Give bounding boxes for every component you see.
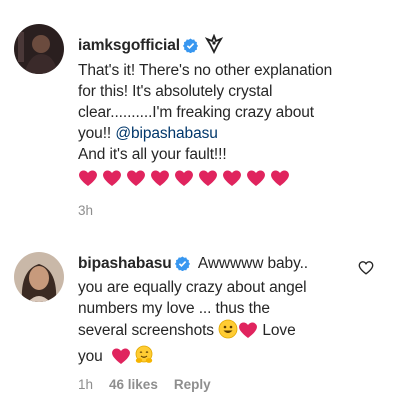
comment-line: And it's all your fault!!! bbox=[78, 146, 227, 163]
verified-badge-icon bbox=[182, 38, 198, 59]
comment-1: iamksgofficial That's it! There's no oth… bbox=[0, 0, 405, 230]
comment-body: iamksgofficial That's it! There's no oth… bbox=[78, 33, 388, 187]
avatar[interactable] bbox=[14, 252, 64, 302]
heart-emoji-icon bbox=[270, 169, 290, 187]
hug-emoji-icon bbox=[134, 345, 154, 371]
comment-line: clear..........I'm freaking crazy about bbox=[78, 104, 314, 121]
comment-2: bipashabasu Awwwww baby.. you are equall… bbox=[0, 230, 405, 400]
reply-button[interactable]: Reply bbox=[174, 377, 211, 392]
comment-line: you bbox=[78, 348, 103, 365]
timestamp[interactable]: 3h bbox=[78, 203, 93, 218]
username[interactable]: bipashabasu bbox=[78, 255, 172, 272]
smile-emoji-icon bbox=[218, 319, 238, 345]
heart-emoji-icon bbox=[174, 169, 194, 187]
hearts-row bbox=[78, 169, 388, 187]
comment-line: for this! It's absolutely crystal bbox=[78, 83, 273, 100]
heart-emoji-icon bbox=[198, 169, 218, 187]
emblem-icon bbox=[204, 33, 224, 60]
avatar-image bbox=[14, 252, 64, 302]
comment-line: Awwwww baby.. bbox=[197, 255, 308, 272]
heart-emoji-icon bbox=[78, 169, 98, 187]
comment-line: Love bbox=[262, 322, 296, 339]
heart-emoji-icon bbox=[150, 169, 170, 187]
likes-count[interactable]: 46 likes bbox=[109, 377, 158, 392]
comment-body: bipashabasu Awwwww baby.. you are equall… bbox=[78, 253, 363, 371]
heart-emoji-icon bbox=[222, 169, 242, 187]
comment-line: you!! bbox=[78, 125, 112, 142]
comment-meta: 1h 46 likes Reply bbox=[78, 377, 211, 392]
username[interactable]: iamksgofficial bbox=[78, 37, 180, 54]
timestamp[interactable]: 1h bbox=[78, 377, 93, 392]
heart-emoji-icon bbox=[111, 347, 131, 371]
mention-link[interactable]: @bipashabasu bbox=[115, 125, 218, 142]
avatar[interactable] bbox=[14, 24, 64, 74]
comment-line: several screenshots bbox=[78, 322, 214, 339]
comment-line: That's it! There's no other explanation bbox=[78, 62, 333, 79]
comment-line: you are equally crazy about angel bbox=[78, 279, 307, 296]
heart-emoji-icon bbox=[126, 169, 146, 187]
heart-emoji-icon bbox=[238, 321, 258, 345]
comment-meta: 3h bbox=[78, 203, 93, 218]
comment-line: numbers my love ... thus the bbox=[78, 300, 270, 317]
heart-emoji-icon bbox=[102, 169, 122, 187]
avatar-image bbox=[14, 24, 64, 74]
heart-emoji-icon bbox=[246, 169, 266, 187]
verified-badge-icon bbox=[174, 256, 190, 277]
like-heart-icon[interactable] bbox=[358, 260, 374, 280]
